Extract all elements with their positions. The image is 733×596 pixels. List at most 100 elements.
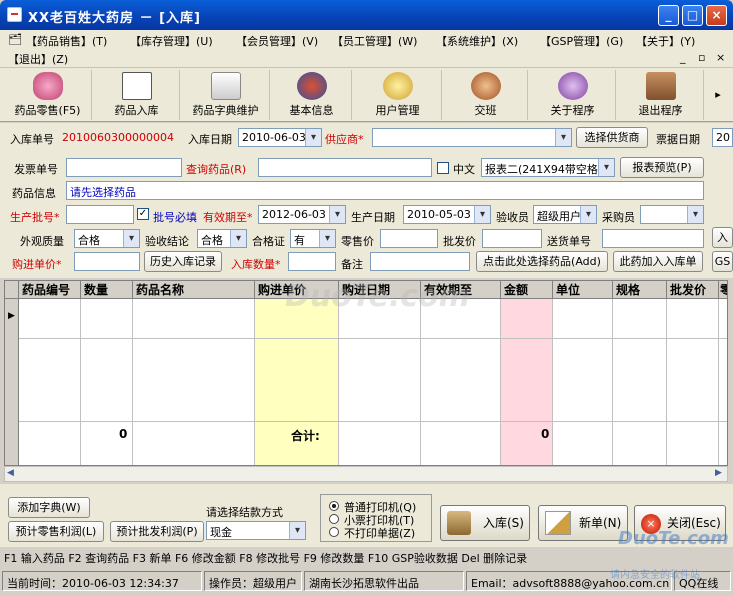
col-header-unit[interactable]: 单位 xyxy=(553,281,613,299)
mdi-restore-button[interactable]: ▫ xyxy=(698,51,705,64)
qty-field[interactable] xyxy=(288,252,336,271)
toolbar-label: 用户管理 xyxy=(375,104,420,117)
col-header-qty[interactable]: 数量 xyxy=(81,281,133,299)
delivery-field[interactable] xyxy=(602,229,704,248)
prod-date-picker[interactable]: 2010-05-03 xyxy=(403,205,491,224)
radio-no-print-label: 不打印单据(Z) xyxy=(344,527,416,540)
scroll-right-icon[interactable]: ▶ xyxy=(715,468,722,478)
date-picker[interactable]: 2010-06-03 xyxy=(238,128,322,147)
history-button[interactable]: 历史入库记录 xyxy=(144,251,222,272)
exit-sign-icon xyxy=(645,72,676,100)
batch-required-checkbox[interactable]: ✓ xyxy=(137,208,149,220)
accept-select[interactable]: 合格 xyxy=(197,229,247,248)
toolbar-retail-button[interactable]: 药品零售(F5) xyxy=(4,70,92,120)
col-header-amount[interactable]: 金额 xyxy=(501,281,553,299)
toolbar-exit-button[interactable]: 退出程序 xyxy=(618,70,704,120)
grid-column xyxy=(421,299,501,465)
mdi-close-button[interactable]: × xyxy=(716,51,725,64)
toolbar-label: 药品入库 xyxy=(114,104,159,117)
menu-system[interactable]: 【系统维护】(X) xyxy=(436,33,518,49)
choose-supplier-button[interactable]: 选择供货商 xyxy=(576,127,648,148)
status-time: 当前时间：2010-06-03 12:34:37 xyxy=(2,571,202,591)
col-header-wholesale[interactable]: 批发价 xyxy=(667,281,719,299)
status-operator: 操作员：超级用户 xyxy=(204,571,302,591)
toolbar-user-button[interactable]: 用户管理 xyxy=(354,70,442,120)
qty-label: 入库数量* xyxy=(231,258,281,271)
chinese-label: 中文 xyxy=(453,163,475,176)
minimize-button[interactable]: _ xyxy=(658,5,679,26)
toolbar-more-button[interactable]: ▸ xyxy=(708,70,728,120)
retail-field[interactable] xyxy=(380,229,438,248)
retail-profit-button[interactable]: 预计零售利润(L) xyxy=(8,521,104,542)
toolbar-about-button[interactable]: 关于程序 xyxy=(530,70,616,120)
pick-drug-button[interactable]: 点击此处选择药品(Add) xyxy=(476,251,608,272)
grid-column xyxy=(553,299,613,465)
edge-button-gsp[interactable]: GS xyxy=(712,251,733,272)
total-label: 合计: xyxy=(291,429,320,443)
buyer-label: 采购员 xyxy=(602,211,635,224)
menu-gsp[interactable]: 【GSP管理】(G) xyxy=(540,33,623,49)
add-dictionary-button[interactable]: 添加字典(W) xyxy=(8,497,90,518)
mdi-minimize-button[interactable]: _ xyxy=(680,51,686,64)
menu-about[interactable]: 【关于】(Y) xyxy=(636,33,695,49)
toolbar-dictionary-button[interactable]: 药品字典维护 xyxy=(182,70,270,120)
grid-column xyxy=(133,299,255,465)
boxes-icon xyxy=(447,511,471,535)
close-window-button[interactable]: × xyxy=(706,5,727,26)
wholesale-profit-button[interactable]: 预计批发利润(P) xyxy=(110,521,204,542)
corner-watermark-sub: 请内急安全的软件站 xyxy=(610,570,700,581)
wholesale-label: 批发价 xyxy=(443,235,476,248)
order-no-value: 2010060300000004 xyxy=(62,131,174,144)
window-title: XX老百姓大药房 － [入库] xyxy=(28,11,201,26)
bill-date-field[interactable]: 20 xyxy=(712,128,733,147)
help-icon xyxy=(557,72,588,100)
report-preview-button[interactable]: 报表预览(P) xyxy=(620,157,704,178)
stock-in-grid[interactable]: 药品编号 数量 药品名称 购进单价 购进日期 有效期至 金额 单位 规格 批发价… xyxy=(4,280,728,466)
scroll-left-icon[interactable]: ◀ xyxy=(7,468,14,478)
grid-column xyxy=(339,299,421,465)
remark-field[interactable] xyxy=(370,252,470,271)
invoice-field[interactable] xyxy=(66,158,182,177)
invoice-label: 发票单号 xyxy=(14,163,58,176)
report-select[interactable]: 报表二(241X94带空格 xyxy=(481,158,615,177)
checker-select[interactable]: 超级用户 xyxy=(533,205,597,224)
toolbar-stockin-button[interactable]: 药品入库 xyxy=(94,70,180,120)
appearance-select[interactable]: 合格 xyxy=(74,229,140,248)
edge-button-in[interactable]: 入 xyxy=(712,227,733,248)
add-to-bill-button[interactable]: 此药加入入库单 xyxy=(613,251,703,272)
stock-in-button[interactable]: 入库(S) xyxy=(440,505,530,541)
payment-select[interactable]: 现金 xyxy=(206,521,306,540)
medkit-icon xyxy=(210,72,241,100)
buyer-select[interactable] xyxy=(640,205,704,224)
remark-label: 备注 xyxy=(341,258,363,271)
toolbar-basic-info-button[interactable]: 基本信息 xyxy=(272,70,352,120)
query-drug-field[interactable] xyxy=(258,158,432,177)
menu-members[interactable]: 【会员管理】(V) xyxy=(236,33,318,49)
col-header-spec[interactable]: 规格 xyxy=(613,281,667,299)
col-header-name[interactable]: 药品名称 xyxy=(133,281,255,299)
toolbar-shift-button[interactable]: 交班 xyxy=(444,70,528,120)
toolbar-label: 交班 xyxy=(474,104,497,117)
horizontal-scrollbar[interactable]: ◀ ▶ xyxy=(4,466,728,482)
menu-inventory[interactable]: 【库存管理】(U) xyxy=(130,33,213,49)
supplier-select[interactable] xyxy=(372,128,572,147)
chinese-checkbox[interactable] xyxy=(437,162,449,174)
cert-select[interactable]: 有 xyxy=(290,229,336,248)
col-header-code[interactable]: 药品编号 xyxy=(19,281,81,299)
wholesale-field[interactable] xyxy=(482,229,542,248)
radio-normal-printer[interactable] xyxy=(329,501,339,511)
price-field[interactable] xyxy=(74,252,140,271)
date-label: 入库日期 xyxy=(188,133,232,146)
col-header-more[interactable]: 零 xyxy=(719,281,727,299)
new-bill-button[interactable]: 新单(N) xyxy=(538,505,628,541)
radio-receipt-printer[interactable] xyxy=(329,514,339,524)
menu-drug-sales[interactable]: 【药品销售】(T) xyxy=(26,33,107,49)
expiry-picker[interactable]: 2012-06-03 xyxy=(258,205,346,224)
batch-field[interactable] xyxy=(66,205,134,224)
radio-no-print[interactable] xyxy=(329,527,339,537)
maximize-button[interactable]: □ xyxy=(682,5,703,26)
menu-staff[interactable]: 【员工管理】(W) xyxy=(332,33,417,49)
toolbar-label: 药品字典维护 xyxy=(192,104,259,117)
menu-exit[interactable]: 【退出】(Z) xyxy=(8,51,68,67)
grid-row-line xyxy=(19,338,727,339)
